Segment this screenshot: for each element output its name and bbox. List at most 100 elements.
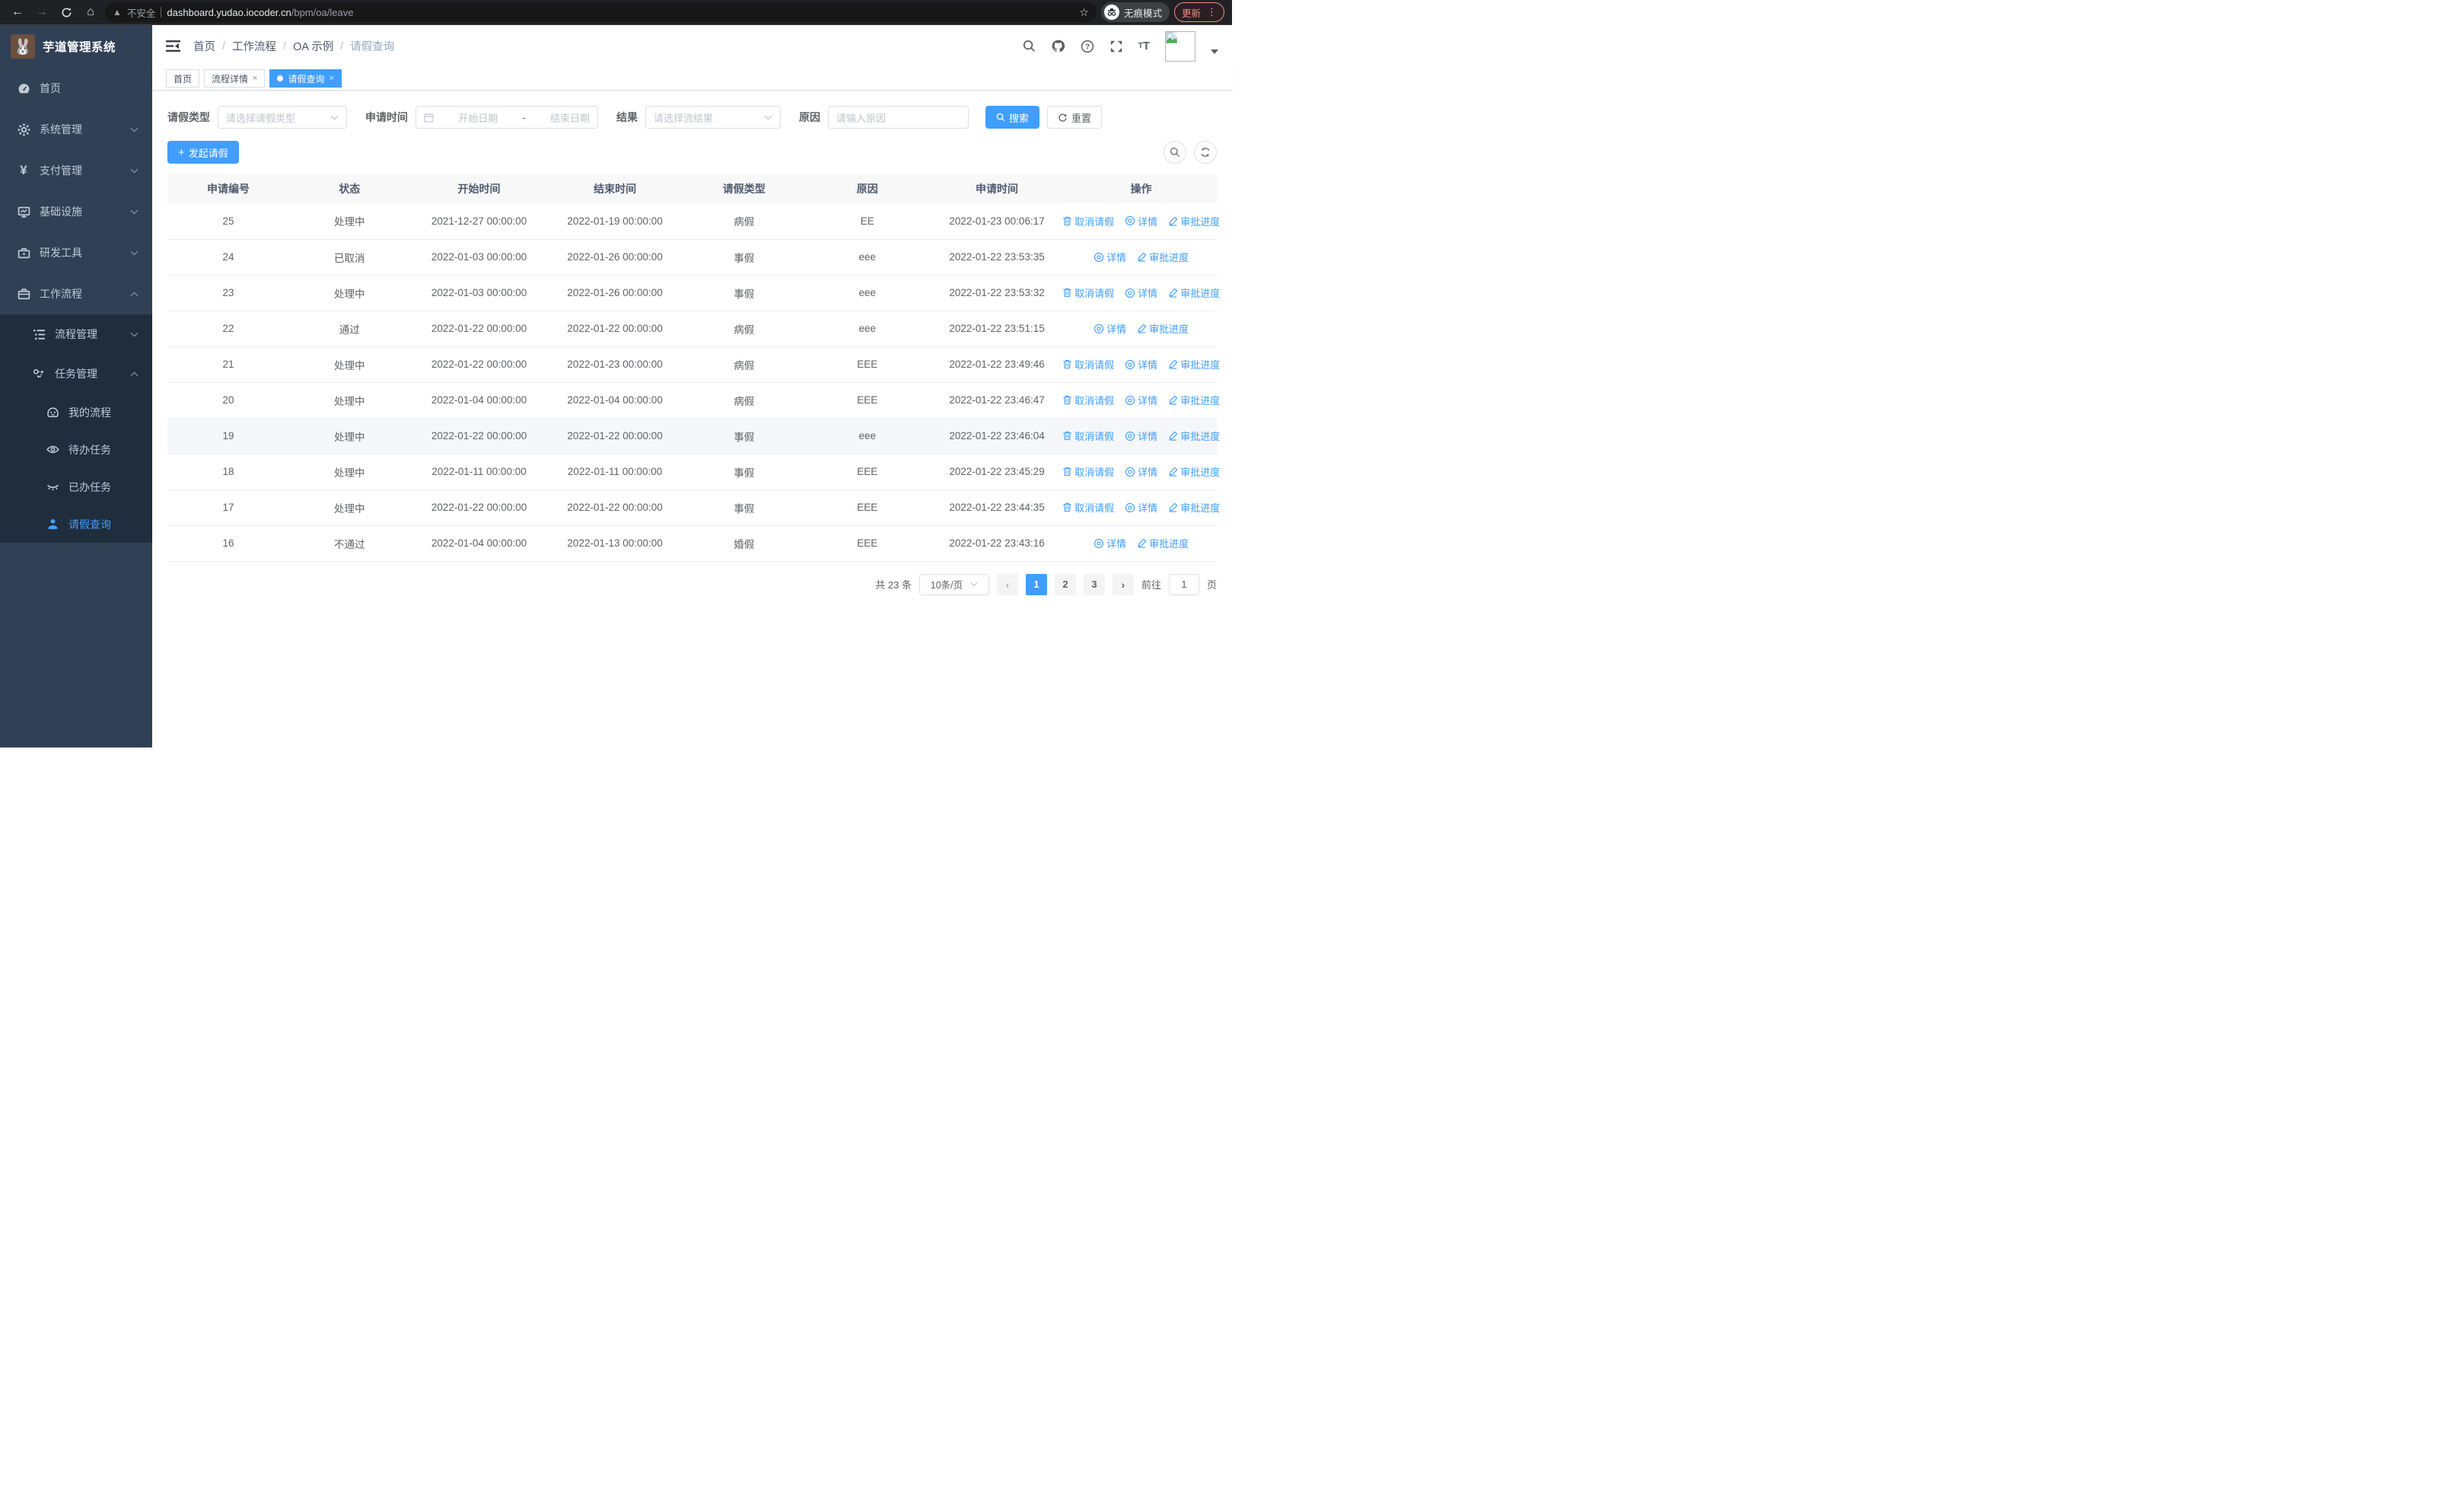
breadcrumb-item[interactable]: 工作流程 [232, 38, 276, 54]
progress-link[interactable]: 审批进度 [1168, 214, 1220, 228]
reset-button[interactable]: 重置 [1047, 106, 1103, 129]
pen-icon [1168, 395, 1178, 405]
detail-link[interactable]: 详情 [1125, 500, 1157, 515]
detail-link[interactable]: 详情 [1125, 214, 1157, 228]
cancel-link[interactable]: 取消请假 [1062, 429, 1114, 443]
cancel-link[interactable]: 取消请假 [1062, 464, 1114, 479]
progress-link[interactable]: 审批进度 [1137, 536, 1189, 550]
forward-icon[interactable]: → [32, 2, 52, 22]
cancel-link-label: 取消请假 [1074, 359, 1115, 371]
search-button[interactable]: 搜索 [985, 106, 1040, 129]
cancel-link[interactable]: 取消请假 [1062, 500, 1114, 515]
page-button-1[interactable]: 1 [1025, 573, 1047, 595]
sidebar-item-0[interactable]: 首页 [0, 68, 152, 109]
apply-time-label: 申请时间 [365, 111, 408, 123]
tab-1[interactable]: 流程详情 × [204, 69, 266, 88]
home-icon[interactable]: ⌂ [81, 2, 100, 22]
page-button-3[interactable]: 3 [1083, 573, 1105, 595]
cancel-link[interactable]: 取消请假 [1062, 393, 1114, 407]
progress-link[interactable]: 审批进度 [1168, 393, 1220, 407]
detail-link[interactable]: 详情 [1094, 536, 1126, 550]
logo-image: 🐰 [11, 34, 35, 59]
sidebar-item-2[interactable]: ¥ 支付管理 [0, 150, 152, 191]
url-bar[interactable]: ▲ 不安全 dashboard.yudao.iocoder.cn/bpm/oa/… [105, 2, 1097, 22]
detail-link[interactable]: 详情 [1125, 429, 1157, 443]
leave-table: 申请编号 状态 开始时间 结束时间 请假类型 原因 申请时间 操作 25 处理中 2021-12-… [167, 174, 1220, 562]
progress-link[interactable]: 审批进度 [1168, 500, 1220, 515]
detail-link[interactable]: 详情 [1094, 321, 1126, 336]
fullscreen-icon[interactable] [1109, 40, 1123, 53]
sidebar-item-4[interactable]: 研发工具 [0, 232, 152, 273]
reason-input[interactable]: 请输入原因 [828, 106, 969, 129]
view-icon [1125, 467, 1135, 477]
view-icon [1125, 502, 1135, 513]
cancel-link[interactable]: 取消请假 [1062, 285, 1114, 300]
jump-page-input[interactable]: 1 [1168, 573, 1199, 595]
sidebar-item-8[interactable]: 我的流程 [0, 394, 152, 431]
apply-time-range[interactable]: 开始日期 - 结束日期 [415, 106, 598, 129]
progress-link[interactable]: 审批进度 [1168, 464, 1220, 479]
sidebar-item-6[interactable]: 流程管理 [0, 314, 152, 354]
cell-actions: 取消请假 详情 审批进度 [1062, 275, 1220, 311]
progress-link[interactable]: 审批进度 [1168, 429, 1220, 443]
github-icon[interactable] [1051, 39, 1065, 53]
back-icon[interactable]: ← [8, 2, 27, 22]
detail-link[interactable]: 详情 [1125, 285, 1157, 300]
show-search-button[interactable] [1164, 141, 1186, 164]
sidebar-item-9[interactable]: 待办任务 [0, 431, 152, 468]
close-tab-icon[interactable]: × [329, 74, 333, 83]
close-tab-icon[interactable]: × [253, 74, 257, 83]
cell-start: 2022-01-03 00:00:00 [409, 275, 549, 311]
search-icon[interactable] [1023, 40, 1036, 53]
cell-apply: 2022-01-22 23:46:47 [928, 382, 1066, 419]
detail-link[interactable]: 详情 [1094, 250, 1126, 264]
cell-reason: EEE [806, 489, 928, 526]
sidebar-item-5[interactable]: 工作流程 [0, 273, 152, 314]
avatar[interactable] [1165, 30, 1195, 62]
sidebar-item-10[interactable]: 已办任务 [0, 468, 152, 505]
reload-icon[interactable] [56, 2, 76, 22]
breadcrumb-item[interactable]: OA 示例 [293, 38, 333, 54]
refresh-button[interactable] [1194, 141, 1217, 164]
cancel-link[interactable]: 取消请假 [1062, 214, 1114, 228]
pagination-total: 共 23 条 [875, 579, 912, 591]
prev-page-button[interactable]: ‹ [996, 573, 1018, 595]
detail-link[interactable]: 详情 [1125, 393, 1157, 407]
result-select[interactable]: 请选择流结果 [645, 106, 781, 129]
bookmark-icon[interactable]: ☆ [1079, 6, 1089, 19]
pen-icon [1137, 252, 1147, 262]
progress-link[interactable]: 审批进度 [1168, 357, 1220, 371]
breadcrumb-item[interactable]: 首页 [193, 38, 215, 54]
avatar-caret-icon[interactable] [1211, 49, 1218, 54]
progress-link[interactable]: 审批进度 [1137, 321, 1189, 336]
not-secure-icon: ▲ [113, 7, 122, 18]
update-button[interactable]: 更新 ⋮ [1173, 2, 1224, 22]
tab-2[interactable]: 请假查询 × [269, 69, 342, 88]
help-icon[interactable]: ? [1081, 40, 1094, 53]
detail-link[interactable]: 详情 [1125, 464, 1157, 479]
page-button-2[interactable]: 2 [1054, 573, 1076, 595]
sidebar-item-3[interactable]: 基础设施 [0, 191, 152, 232]
next-page-button[interactable]: › [1112, 573, 1134, 595]
cell-actions: 取消请假 详情 审批进度 [1062, 454, 1220, 490]
cell-apply: 2022-01-22 23:44:35 [928, 489, 1066, 526]
create-leave-button[interactable]: + 发起请假 [167, 141, 239, 164]
cell-end: 2022-01-22 00:00:00 [548, 311, 682, 347]
cancel-link[interactable]: 取消请假 [1062, 357, 1114, 371]
sidebar-item-11[interactable]: 请假查询 [0, 505, 152, 543]
browser-menu-icon[interactable]: ⋮ [1207, 6, 1217, 18]
sidebar-item-7[interactable]: 任务管理 [0, 354, 152, 394]
sidebar-toggle-icon[interactable] [166, 39, 181, 54]
progress-link[interactable]: 审批进度 [1168, 285, 1220, 300]
detail-link[interactable]: 详情 [1125, 357, 1157, 371]
cell-type: 事假 [681, 489, 807, 526]
sidebar-item-1[interactable]: 系统管理 [0, 109, 152, 150]
font-size-icon[interactable]: TT [1138, 40, 1150, 53]
page-size-select[interactable]: 10条/页 [918, 573, 989, 595]
tab-0[interactable]: 首页 [166, 69, 200, 88]
breadcrumb: 首页 / 工作流程 / OA 示例 / 请假查询 [193, 38, 394, 54]
leave-type-select[interactable]: 请选择请假类型 [218, 106, 347, 129]
progress-link[interactable]: 审批进度 [1137, 250, 1189, 264]
cell-type: 病假 [681, 382, 807, 419]
cell-actions: 取消请假 详情 审批进度 [1062, 382, 1220, 419]
